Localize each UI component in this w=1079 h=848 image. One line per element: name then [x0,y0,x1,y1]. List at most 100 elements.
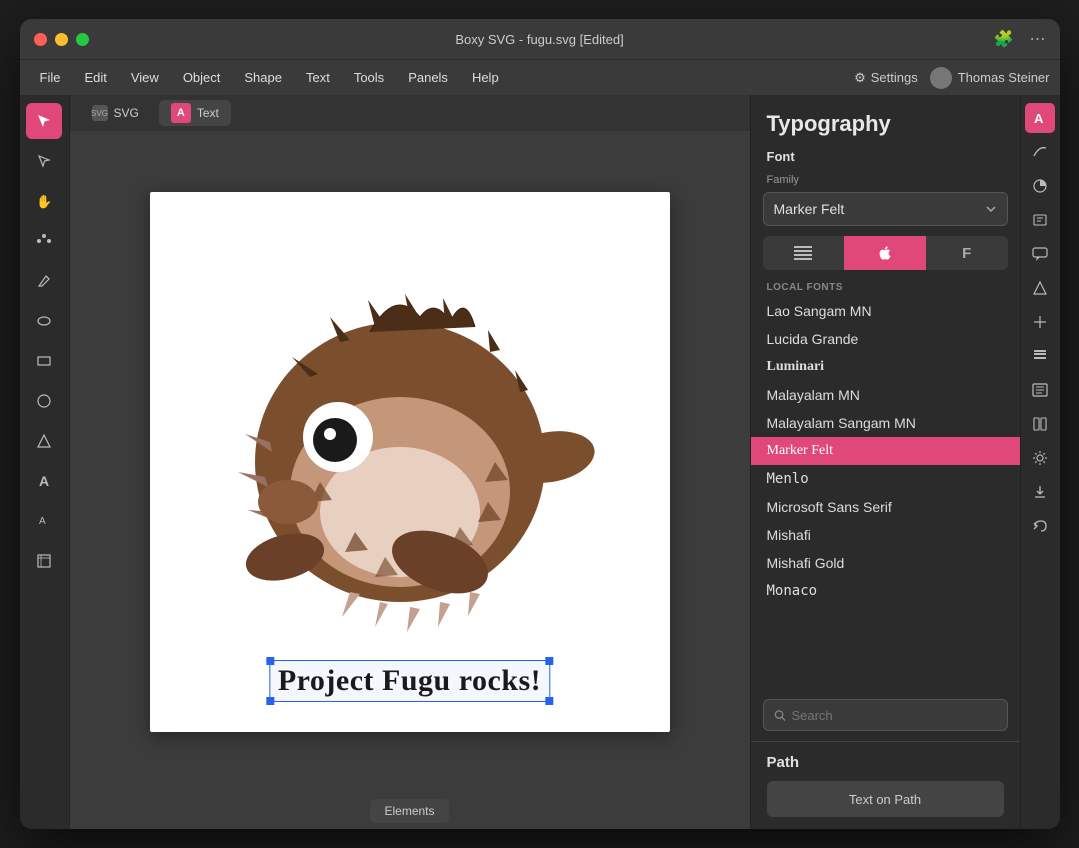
settings-button[interactable]: ⚙ Settings [854,70,918,86]
font-item-mishafi-gold[interactable]: Mishafi Gold [751,549,1020,577]
svg-text:A: A [39,516,46,527]
menu-shape[interactable]: Shape [234,66,292,89]
main-content: ✋ A A [20,95,1060,829]
ri-speech[interactable] [1025,239,1055,269]
font-search-input[interactable] [791,708,996,723]
ri-settings[interactable] [1025,443,1055,473]
menubar-right: ⚙ Settings Thomas Steiner [854,67,1049,89]
ri-layers[interactable] [1025,341,1055,371]
handle-br[interactable] [545,697,553,705]
panel-title: Typography [751,95,1020,145]
path-section: Path Text on Path [751,742,1020,829]
menu-panels[interactable]: Panels [398,66,458,89]
svg-icon: SVG [92,105,108,121]
ri-align[interactable] [1025,375,1055,405]
right-icon-toolbar: A [1020,95,1060,829]
font-item-microsoft-sans[interactable]: Microsoft Sans Serif [751,493,1020,521]
tool-triangle[interactable] [26,423,62,459]
canvas-viewport[interactable]: Project Fugu rocks! [70,131,750,793]
menu-object[interactable]: Object [173,66,231,89]
font-item-marker-felt[interactable]: Marker Felt [751,437,1020,465]
ri-shape[interactable] [1025,273,1055,303]
more-icon[interactable]: ⋯ [1030,29,1046,49]
left-toolbar: ✋ A A [20,95,70,829]
maximize-button[interactable] [76,33,89,46]
handle-tl[interactable] [266,657,274,665]
ri-typography[interactable]: A [1025,103,1055,133]
traffic-lights [34,33,89,46]
font-item-mishafi[interactable]: Mishafi [751,521,1020,549]
tool-circle[interactable] [26,383,62,419]
font-list[interactable]: Lao Sangam MN Lucida Grande Luminari Mal… [751,297,1020,693]
close-button[interactable] [34,33,47,46]
svg-text:✋: ✋ [36,194,52,209]
minimize-button[interactable] [55,33,68,46]
list-icon [794,246,812,260]
menu-edit[interactable]: Edit [74,66,116,89]
tool-direct-select[interactable] [26,143,62,179]
tool-pen[interactable] [26,263,62,299]
ri-library[interactable] [1025,409,1055,439]
menu-tools[interactable]: Tools [344,66,394,89]
menubar: File Edit View Object Shape Text Tools P… [20,59,1060,95]
menu-help[interactable]: Help [462,66,509,89]
tool-ellipse[interactable] [26,303,62,339]
selected-font-label: Marker Felt [774,201,845,217]
family-label: Family [751,172,1020,192]
tool-text[interactable]: A [26,463,62,499]
font-item-luminari[interactable]: Luminari [751,353,1020,381]
tool-select[interactable] [26,103,62,139]
user-button[interactable]: Thomas Steiner [930,67,1050,89]
search-icon [774,709,786,722]
font-item-lucida-grande[interactable]: Lucida Grande [751,325,1020,353]
ri-transform[interactable] [1025,307,1055,337]
font-source-google[interactable]: F [926,236,1008,270]
ri-text[interactable] [1025,205,1055,235]
menu-file[interactable]: File [30,66,71,89]
settings-label: Settings [871,70,918,85]
tool-node[interactable] [26,223,62,259]
font-item-monaco[interactable]: Monaco [751,577,1020,605]
ri-undo[interactable] [1025,511,1055,541]
text-tab-icon: A [171,103,191,123]
tool-text-small[interactable]: A [26,503,62,539]
handle-tr[interactable] [545,657,553,665]
ri-export[interactable] [1025,477,1055,507]
font-list-header: LOCAL FONTS [751,278,1020,297]
tool-rect[interactable] [26,343,62,379]
canvas-bottom: Elements [70,793,750,829]
font-search-area [751,693,1020,741]
ri-draw[interactable] [1025,137,1055,167]
user-name: Thomas Steiner [958,70,1050,85]
tool-pan[interactable]: ✋ [26,183,62,219]
titlebar: Boxy SVG - fugu.svg [Edited] 🧩 ⋯ [20,19,1060,59]
font-item-menlo[interactable]: Menlo [751,465,1020,493]
avatar [930,67,952,89]
ri-fill[interactable] [1025,171,1055,201]
handle-bl[interactable] [266,697,274,705]
tool-frame[interactable] [26,543,62,579]
svg-text:A: A [39,473,49,489]
font-item-malayalam-mn[interactable]: Malayalam MN [751,381,1020,409]
tab-svg-label: SVG [114,106,139,120]
app-window: Boxy SVG - fugu.svg [Edited] 🧩 ⋯ File Ed… [20,19,1060,829]
font-search-container[interactable] [763,699,1008,731]
menu-text[interactable]: Text [296,66,340,89]
text-on-path-button[interactable]: Text on Path [767,781,1004,817]
canvas-text: Project Fugu rocks! [278,664,541,697]
puzzle-icon[interactable]: 🧩 [994,29,1014,49]
tab-svg[interactable]: SVG SVG [80,100,151,126]
path-title: Path [767,754,1004,771]
font-source-list[interactable] [763,236,845,270]
font-source-apple[interactable] [844,236,926,270]
tab-text[interactable]: A Text [159,100,231,126]
canvas-tabs: SVG SVG A Text [70,95,750,131]
font-item-malayalam-sangam[interactable]: Malayalam Sangam MN [751,409,1020,437]
chevron-down-icon [985,203,997,215]
canvas-document: Project Fugu rocks! [150,192,670,732]
settings-icon: ⚙ [854,70,866,86]
elements-button[interactable]: Elements [370,799,448,823]
font-item-lao-sangam[interactable]: Lao Sangam MN [751,297,1020,325]
menu-view[interactable]: View [121,66,169,89]
font-family-dropdown[interactable]: Marker Felt [763,192,1008,226]
